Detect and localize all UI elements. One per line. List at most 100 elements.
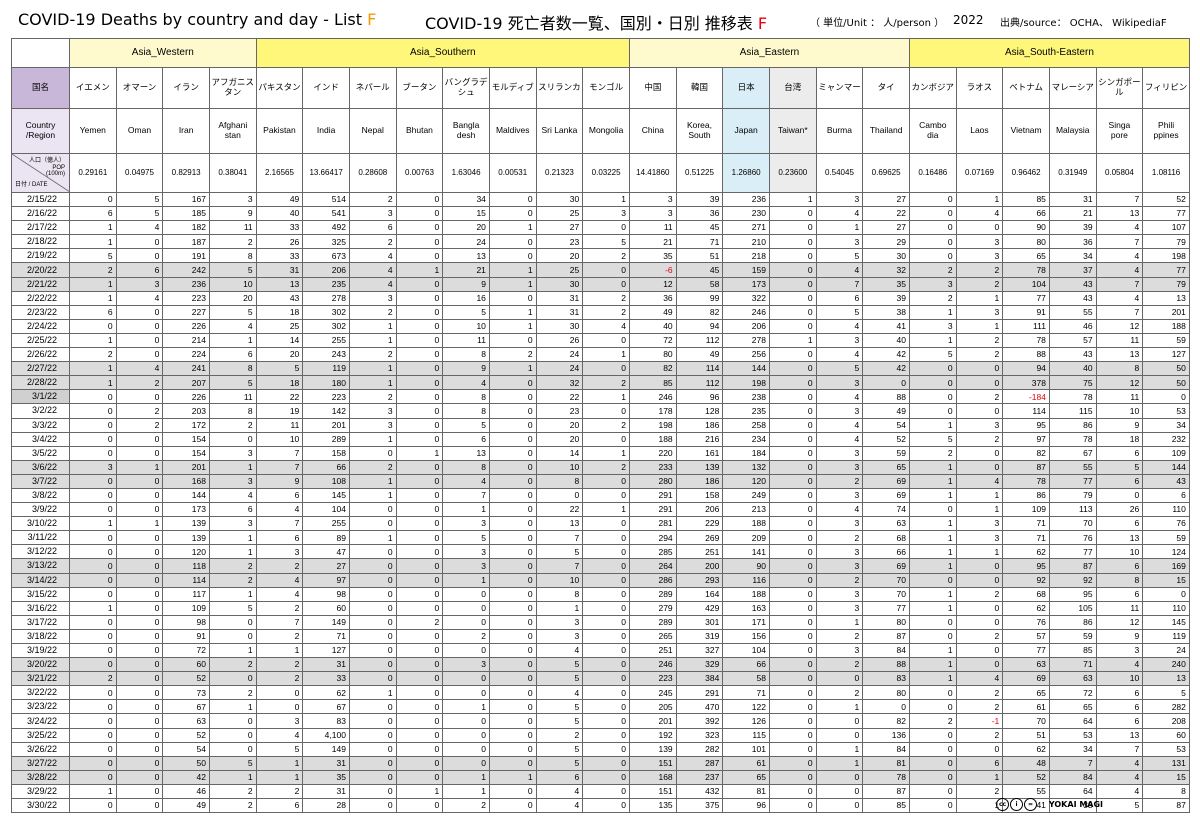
death-count-cell: 0 <box>768 276 817 292</box>
death-count-cell: 0 <box>768 431 817 447</box>
death-count-cell: 0 <box>115 600 164 616</box>
death-count-cell: 13 <box>1095 347 1144 363</box>
death-count-cell: 3 <box>115 276 164 292</box>
death-count-cell: 34 <box>1048 741 1097 757</box>
death-count-cell: 187 <box>162 234 210 250</box>
death-count-cell: 77 <box>1002 290 1050 306</box>
death-count-cell: 11 <box>208 220 257 236</box>
population-value: 13.66417 <box>302 153 350 193</box>
death-count-cell: 86 <box>1002 487 1050 504</box>
table-row: 3/28/22 0 0 42 1 1 35 0 0 1 1 6 0 168 237 65 0 0 78 0 1 52 84 4… <box>11 769 1190 785</box>
death-count-cell: 13 <box>442 248 490 264</box>
death-count-cell: 1 <box>582 502 630 518</box>
death-count-cell: 0 <box>768 741 817 757</box>
death-count-cell: 1 <box>348 375 397 391</box>
death-count-cell: 95 <box>1048 586 1097 602</box>
death-count-cell: 8 <box>1142 783 1190 800</box>
death-count-cell: 0 <box>395 769 444 785</box>
death-count-cell: 0 <box>255 685 304 701</box>
country-name-jp: ブータン <box>395 67 444 109</box>
death-count-cell: 0 <box>908 614 957 630</box>
death-count-cell: 4 <box>815 502 864 518</box>
death-count-cell: 110 <box>1142 502 1190 518</box>
death-count-cell: 29 <box>862 234 910 250</box>
death-count-cell: 0 <box>115 713 164 729</box>
date-cell: 2/24/22 <box>11 318 70 334</box>
death-count-cell: 65 <box>862 459 910 475</box>
death-count-cell: 0 <box>488 544 537 560</box>
death-count-cell: 1 <box>115 459 164 475</box>
death-count-cell: 1 <box>69 234 117 250</box>
death-count-cell: 0 <box>348 671 397 687</box>
death-count-cell: 0 <box>768 727 817 743</box>
death-count-cell: 3 <box>442 544 490 560</box>
death-count-cell: -6 <box>629 262 677 278</box>
death-count-cell: 258 <box>722 417 770 433</box>
death-count-cell: 84 <box>1048 769 1097 785</box>
death-count-cell: 70 <box>862 586 910 602</box>
population-value: 1.26860 <box>722 153 770 193</box>
death-count-cell: 118 <box>162 558 210 574</box>
death-count-cell: 98 <box>162 614 210 630</box>
death-count-cell: 7 <box>1095 234 1144 250</box>
death-count-cell: 63 <box>162 713 210 729</box>
death-count-cell: 1 <box>815 220 864 236</box>
death-count-cell: 200 <box>675 558 724 574</box>
death-count-cell: 34 <box>442 191 490 208</box>
death-count-cell: 30 <box>535 191 584 208</box>
death-count-cell: 71 <box>722 685 770 701</box>
death-count-cell: 14 <box>255 332 304 349</box>
death-count-cell: 282 <box>1142 699 1190 715</box>
death-count-cell: 0 <box>395 304 444 320</box>
death-count-cell: 0 <box>768 769 817 785</box>
death-count-cell: 66 <box>722 657 770 673</box>
death-count-cell: 0 <box>395 502 444 518</box>
death-count-cell: 97 <box>302 572 350 588</box>
death-count-cell: 52 <box>162 727 210 743</box>
death-count-cell: 11 <box>442 332 490 349</box>
death-count-cell: 0 <box>488 713 537 729</box>
death-count-cell: 96 <box>722 798 770 814</box>
death-count-cell: 0 <box>582 558 630 574</box>
death-count-cell: 11 <box>208 389 257 405</box>
death-count-cell: 3 <box>69 459 117 475</box>
death-count-cell: 9 <box>1095 417 1144 433</box>
death-count-cell: 12 <box>1095 614 1144 630</box>
death-count-cell: 127 <box>1142 347 1190 363</box>
death-count-cell: 2 <box>908 290 957 306</box>
label-country-en: Country /Region <box>11 108 70 154</box>
death-count-cell: 4 <box>815 206 864 222</box>
death-count-cell: 117 <box>162 586 210 602</box>
death-count-cell: 114 <box>675 361 724 377</box>
death-count-cell: 5 <box>815 361 864 377</box>
death-count-cell: 5 <box>69 248 117 264</box>
death-count-cell: 5 <box>535 699 584 715</box>
death-count-cell: 13 <box>255 276 304 292</box>
death-count-cell: 0 <box>115 304 164 320</box>
table-row: 3/12/22 0 0 120 1 3 47 0 0 3 0 5 0 285 251 141 0 3 66 1 1 62 7… <box>11 544 1190 560</box>
death-count-cell: 0 <box>115 614 164 630</box>
death-count-cell: 0 <box>208 713 257 729</box>
death-count-cell: 0 <box>908 375 957 391</box>
death-count-cell: 164 <box>675 586 724 602</box>
table-row: 3/3/22 0 2 172 2 11 201 3 0 5 0 20 2 198 186 258 0 4 54 1 3 9… <box>11 417 1190 433</box>
death-count-cell: 78 <box>862 769 910 785</box>
death-count-cell: 198 <box>629 417 677 433</box>
death-count-cell: 4 <box>115 220 164 236</box>
year-label: 2022 <box>953 13 984 27</box>
date-cell: 2/15/22 <box>11 191 70 208</box>
country-name-jp: 韓国 <box>675 67 724 109</box>
title-jp: COVID-19 死亡者数一覧、国別・日別 推移表 F <box>425 10 767 34</box>
death-count-cell: 0 <box>488 727 537 743</box>
death-count-cell: 0 <box>115 783 164 800</box>
death-count-cell: 2 <box>208 783 257 800</box>
death-count-cell: 234 <box>722 431 770 447</box>
death-count-cell: 0 <box>768 713 817 729</box>
death-count-cell: 0 <box>395 206 444 222</box>
death-count-cell: 0 <box>69 769 117 785</box>
death-count-cell: 7 <box>1095 276 1144 292</box>
death-count-cell: 8 <box>1095 361 1144 377</box>
death-count-cell: 1 <box>955 290 1004 306</box>
table-row: 3/16/22 1 0 109 5 2 60 0 0 0 0 1 0 279 429 163 0 3 77 1 0 62 1… <box>11 600 1190 616</box>
death-count-cell: 94 <box>1002 361 1050 377</box>
